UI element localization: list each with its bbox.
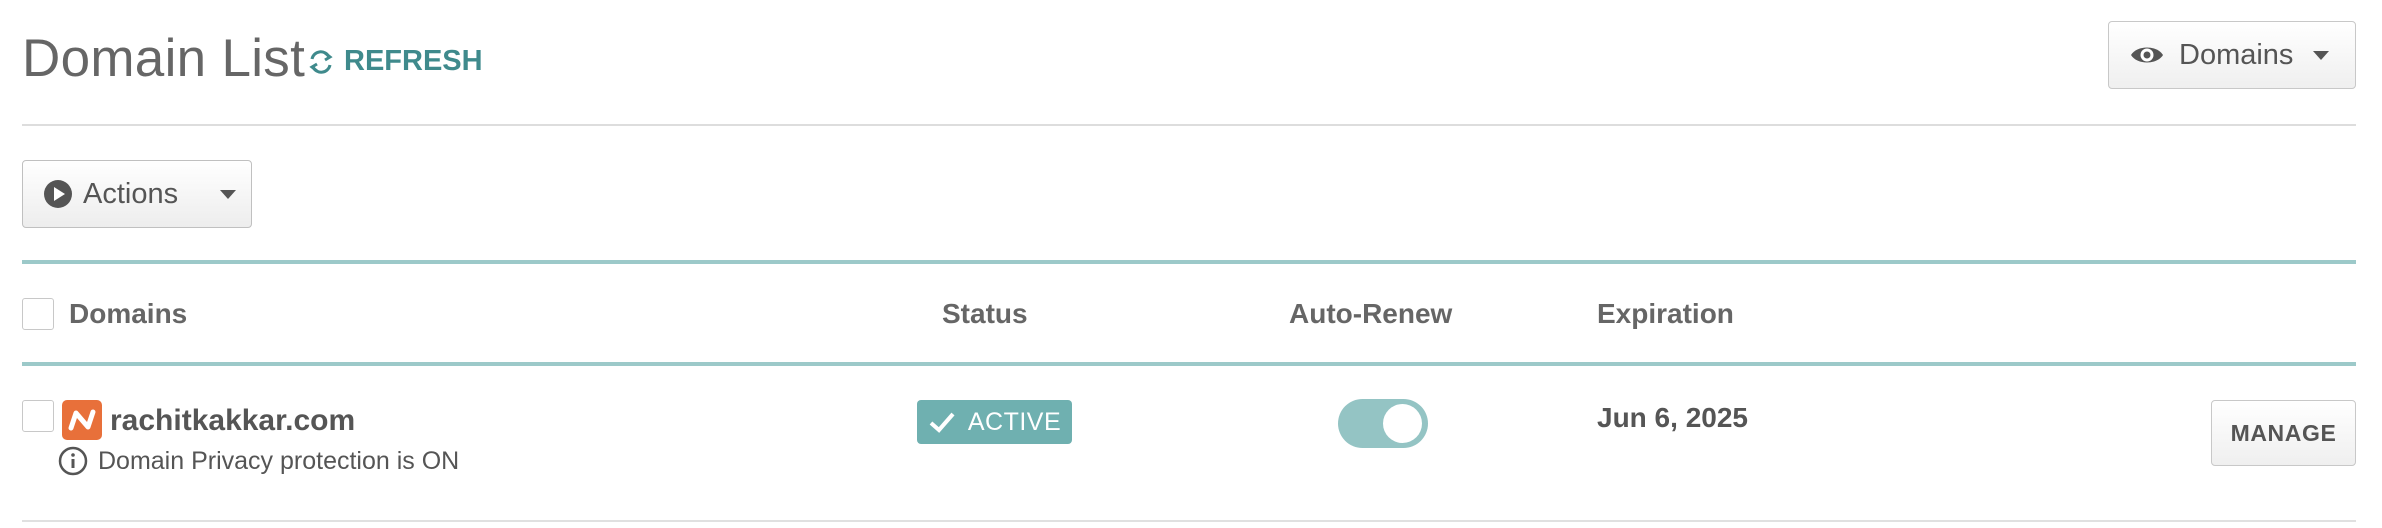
expiration-date: Jun 6, 2025 (1597, 402, 1748, 433)
manage-button[interactable]: MANAGE (2211, 400, 2356, 466)
status-label: ACTIVE (967, 407, 1062, 436)
privacy-note-text: Domain Privacy protection is ON (98, 446, 460, 475)
actions-dropdown[interactable]: Actions (22, 160, 252, 228)
domain-name-link[interactable]: rachitkakkar.com (110, 404, 355, 438)
info-icon (58, 446, 88, 476)
refresh-link[interactable]: REFRESH (306, 45, 483, 78)
column-header-expiration[interactable]: Expiration (1597, 298, 1734, 330)
actions-label: Actions (83, 177, 179, 210)
table-top-border (22, 260, 2356, 264)
table-header-border (22, 362, 2356, 366)
refresh-icon (309, 49, 333, 74)
privacy-note: Domain Privacy protection is ON (58, 446, 459, 476)
column-header-auto-renew[interactable]: Auto-Renew (1289, 298, 1452, 330)
namecheap-logo (62, 400, 102, 440)
column-header-domains[interactable]: Domains (69, 298, 187, 330)
status-badge: ACTIVE (917, 400, 1072, 444)
refresh-label: REFRESH (344, 45, 483, 77)
row-divider (22, 520, 2356, 522)
chevron-down-icon (220, 189, 237, 199)
row-checkbox[interactable] (22, 400, 54, 432)
view-domains-dropdown[interactable]: Domains (2108, 21, 2356, 89)
column-header-status[interactable]: Status (942, 298, 1028, 330)
eye-icon (2131, 47, 2163, 63)
header-divider (22, 124, 2356, 126)
view-domains-label: Domains (2179, 38, 2294, 71)
chevron-down-icon (2313, 50, 2330, 60)
auto-renew-toggle[interactable] (1338, 399, 1428, 448)
page-title: Domain List (22, 29, 306, 88)
check-icon (929, 412, 955, 433)
select-all-checkbox[interactable] (22, 298, 54, 330)
play-circle-icon (44, 180, 72, 208)
toggle-knob (1383, 404, 1422, 443)
